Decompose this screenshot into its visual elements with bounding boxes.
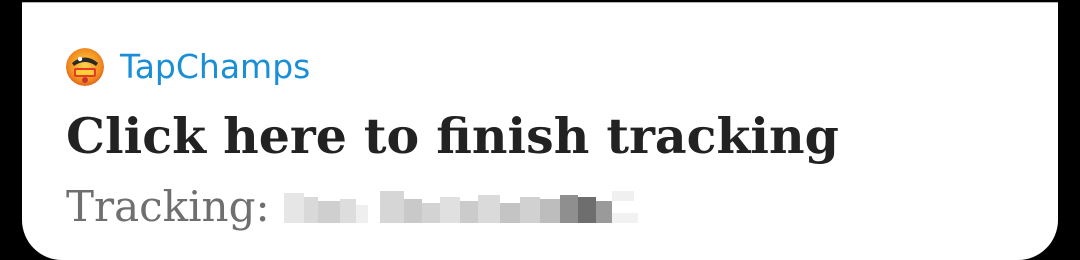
redacted-text (283, 191, 638, 223)
notification-body: Tracking: (66, 179, 640, 235)
app-name: TapChamps (120, 47, 311, 86)
notification-card[interactable]: TapChamps Click here to finish tracking … (22, 2, 1058, 260)
screen: TapChamps Click here to finish tracking … (0, 0, 1080, 260)
notification-header: TapChamps (66, 47, 310, 87)
notification-title: Click here to finish tracking (66, 107, 839, 165)
tapchamps-logo-icon (66, 48, 104, 86)
tracking-label: Tracking: (66, 182, 270, 231)
